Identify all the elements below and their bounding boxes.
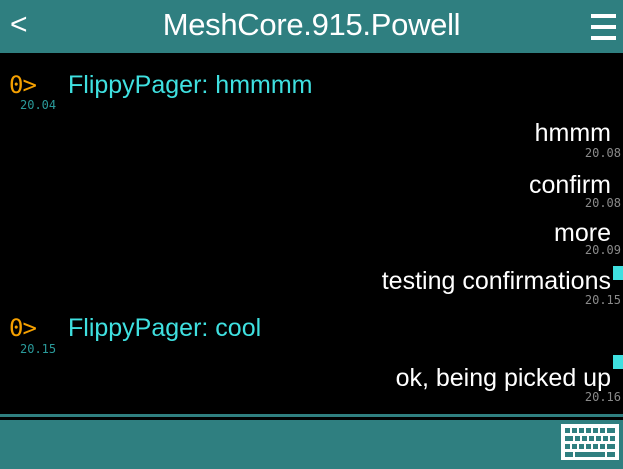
page-title: MeshCore.915.Powell xyxy=(162,7,461,42)
message-timestamp: 20.08 xyxy=(584,146,621,160)
message-timestamp: 20.08 xyxy=(584,196,621,210)
delivery-ack-indicator xyxy=(613,355,623,369)
outgoing-message-text: ok, being picked up xyxy=(395,364,611,392)
divider xyxy=(0,414,623,417)
outgoing-message-text: hmmm xyxy=(534,119,611,147)
outgoing-message-text: testing confirmations xyxy=(381,267,611,295)
message-prefix: 0> xyxy=(9,71,37,99)
keyboard-icon[interactable] xyxy=(560,423,620,461)
header-bar: < MeshCore.915.Powell xyxy=(0,0,623,53)
incoming-message-text: FlippyPager: cool xyxy=(68,314,262,342)
incoming-message-text: FlippyPager: hmmmm xyxy=(68,71,313,99)
footer-bar xyxy=(0,420,623,469)
outgoing-message-text: confirm xyxy=(529,171,611,199)
message-timestamp: 20.15 xyxy=(20,342,57,356)
message-timestamp: 20.16 xyxy=(584,390,621,404)
message-prefix: 0> xyxy=(9,314,37,342)
delivery-ack-indicator xyxy=(613,266,623,280)
message-timestamp: 20.04 xyxy=(20,98,57,112)
message-timestamp: 20.15 xyxy=(584,293,621,307)
message-timestamp: 20.09 xyxy=(584,243,621,257)
hamburger-menu-icon[interactable] xyxy=(591,14,616,40)
